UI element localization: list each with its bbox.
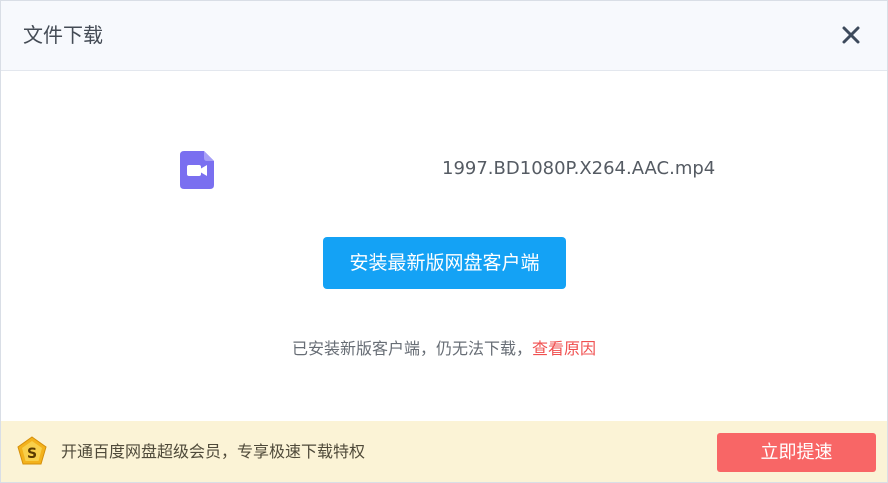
install-notice: 已安装新版客户端，仍无法下载，查看原因 bbox=[1, 337, 887, 361]
view-reason-link[interactable]: 查看原因 bbox=[532, 339, 596, 358]
close-icon bbox=[842, 26, 860, 44]
video-file-icon bbox=[180, 151, 214, 189]
upgrade-speed-button[interactable]: 立即提速 bbox=[717, 433, 876, 472]
dialog-title: 文件下载 bbox=[23, 23, 103, 47]
file-download-dialog: 文件下载 1997.BD1080P.X264.AAC.mp4 安装最新版网盘客户… bbox=[0, 0, 888, 483]
svg-text:S: S bbox=[27, 446, 37, 462]
notice-text: 已安装新版客户端，仍无法下载， bbox=[291, 339, 532, 358]
close-button[interactable] bbox=[841, 25, 861, 45]
promo-text: 开通百度网盘超级会员，专享极速下载特权 bbox=[61, 442, 366, 461]
dialog-header: 文件下载 bbox=[1, 1, 887, 71]
vip-promo-bar: S 开通百度网盘超级会员，专享极速下载特权 立即提速 bbox=[1, 421, 887, 482]
vip-diamond-icon: S bbox=[15, 435, 49, 469]
file-name: 1997.BD1080P.X264.AAC.mp4 bbox=[442, 158, 716, 179]
install-client-button[interactable]: 安装最新版网盘客户端 bbox=[323, 237, 566, 289]
